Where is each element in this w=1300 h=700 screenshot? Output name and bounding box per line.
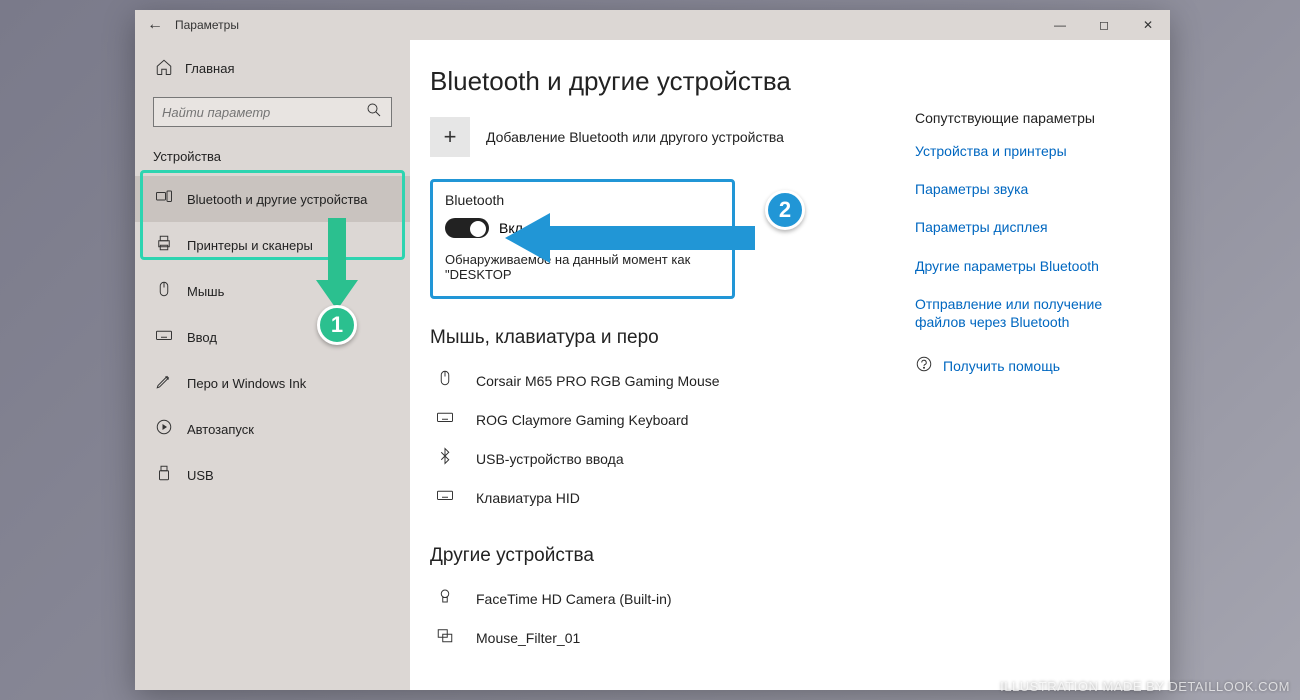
sidebar-item-autoplay[interactable]: Автозапуск (135, 406, 410, 452)
main-content: Bluetooth и другие устройства + Добавлен… (410, 40, 1170, 690)
bluetooth-icon (430, 447, 460, 470)
add-device-label: Добавление Bluetooth или другого устройс… (486, 129, 784, 145)
sidebar-item-label: Bluetooth и другие устройства (187, 192, 367, 207)
page-title: Bluetooth и другие устройства (430, 66, 1170, 97)
printer-icon (155, 234, 173, 256)
sidebar-item-label: USB (187, 468, 214, 483)
camera-icon (430, 587, 460, 610)
annotation-badge-2: 2 (765, 190, 805, 230)
related-settings: Сопутствующие параметры Устройства и при… (915, 110, 1145, 376)
close-button[interactable]: ✕ (1126, 10, 1170, 40)
sidebar-item-typing[interactable]: Ввод (135, 314, 410, 360)
bluetooth-section-label: Bluetooth (445, 192, 720, 208)
discoverable-text: Обнаруживаемое на данный момент как "DES… (445, 252, 720, 282)
bluetooth-toggle[interactable] (445, 218, 489, 238)
device-name: Клавиатура HID (476, 490, 580, 506)
keyboard-icon (430, 408, 460, 431)
search-input[interactable] (162, 105, 350, 120)
sidebar-home[interactable]: Главная (135, 50, 410, 87)
device-item[interactable]: USB-устройство ввода (430, 439, 1170, 478)
sidebar-item-printers[interactable]: Принтеры и сканеры (135, 222, 410, 268)
mouse-icon (155, 280, 173, 302)
related-link-send-receive-bt[interactable]: Отправление или получение файлов через B… (915, 295, 1145, 331)
device-item[interactable]: FaceTime HD Camera (Built-in) (430, 579, 1170, 618)
device-name: Corsair M65 PRO RGB Gaming Mouse (476, 373, 720, 389)
device-name: ROG Claymore Gaming Keyboard (476, 412, 688, 428)
maximize-button[interactable]: ◻ (1082, 10, 1126, 40)
mouse-icon (430, 369, 460, 392)
titlebar: ← Параметры ― ◻ ✕ (135, 10, 1170, 40)
sidebar: Главная Устройства Bluetooth и другие ус… (135, 40, 410, 690)
devices-icon (155, 188, 173, 210)
related-link-devices-printers[interactable]: Устройства и принтеры (915, 142, 1145, 160)
home-icon (155, 58, 173, 79)
keyboard-icon (155, 326, 173, 348)
usb-icon (155, 464, 173, 486)
pen-icon (155, 372, 173, 394)
plus-icon: + (430, 117, 470, 157)
annotation-badge-1: 1 (317, 305, 357, 345)
device-item[interactable]: Клавиатура HID (430, 478, 1170, 517)
sidebar-item-label: Перо и Windows Ink (187, 376, 306, 391)
section-other-devices: Другие устройства (430, 545, 1170, 567)
related-link-sound[interactable]: Параметры звука (915, 180, 1145, 198)
device-name: Mouse_Filter_01 (476, 630, 580, 646)
get-help-link[interactable]: Получить помощь (915, 355, 1145, 376)
related-heading: Сопутствующие параметры (915, 110, 1145, 126)
device-name: USB-устройство ввода (476, 451, 624, 467)
sidebar-home-label: Главная (185, 61, 234, 76)
search-box[interactable] (153, 97, 392, 127)
sidebar-item-mouse[interactable]: Мышь (135, 268, 410, 314)
sidebar-category: Устройства (135, 141, 410, 176)
device-item[interactable]: Mouse_Filter_01 (430, 618, 1170, 657)
window-title: Параметры (175, 18, 239, 32)
back-button[interactable]: ← (135, 16, 175, 34)
autoplay-icon (155, 418, 173, 440)
sidebar-item-label: Мышь (187, 284, 224, 299)
help-icon (915, 355, 933, 376)
settings-window: ← Параметры ― ◻ ✕ Главная Устройства (135, 10, 1170, 690)
search-icon (365, 101, 383, 124)
bluetooth-toggle-state: Вкл. (499, 220, 527, 236)
annotation-highlight-bluetooth: Bluetooth Вкл. Обнаруживаемое на данный … (430, 179, 735, 299)
device-item[interactable]: ROG Claymore Gaming Keyboard (430, 400, 1170, 439)
watermark: ILLUSTRATION MADE BY DETAILLOOK.COM (1000, 679, 1290, 694)
sidebar-item-label: Автозапуск (187, 422, 254, 437)
device-icon (430, 626, 460, 649)
device-name: FaceTime HD Camera (Built-in) (476, 591, 672, 607)
get-help-label: Получить помощь (943, 358, 1060, 374)
sidebar-item-pen[interactable]: Перо и Windows Ink (135, 360, 410, 406)
sidebar-item-label: Ввод (187, 330, 217, 345)
related-link-display[interactable]: Параметры дисплея (915, 218, 1145, 236)
related-link-more-bluetooth[interactable]: Другие параметры Bluetooth (915, 257, 1145, 275)
sidebar-item-label: Принтеры и сканеры (187, 238, 313, 253)
sidebar-item-bluetooth[interactable]: Bluetooth и другие устройства (135, 176, 410, 222)
minimize-button[interactable]: ― (1038, 10, 1082, 40)
sidebar-item-usb[interactable]: USB (135, 452, 410, 498)
keyboard-icon (430, 486, 460, 509)
